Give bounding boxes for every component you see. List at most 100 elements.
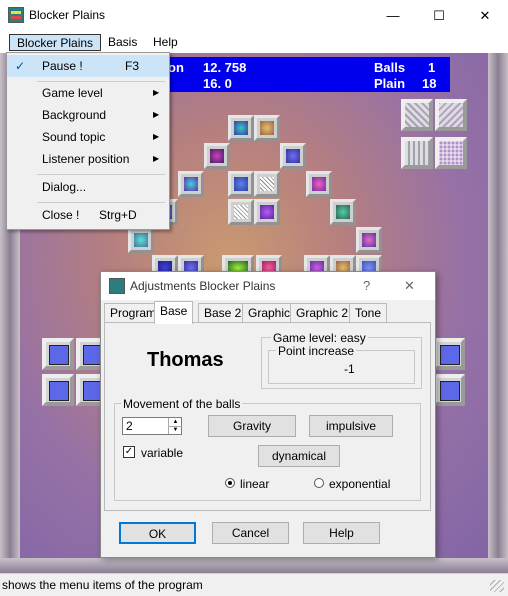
window-title: Blocker Plains bbox=[29, 8, 106, 22]
game-block bbox=[356, 227, 382, 253]
linear-radio[interactable] bbox=[225, 478, 235, 488]
score-value-2: 16. 0 bbox=[203, 76, 232, 91]
menu-separator bbox=[37, 174, 165, 175]
balls-spinbox-value: 2 bbox=[126, 419, 133, 433]
menu-item-pause-accel: F3 bbox=[125, 59, 140, 73]
menu-blocker-plains[interactable]: Blocker Plains bbox=[9, 34, 102, 51]
player-name: Thomas bbox=[147, 349, 224, 371]
game-block bbox=[435, 137, 467, 169]
radio-dot bbox=[228, 481, 232, 485]
score-value-1: 12. 758 bbox=[203, 60, 247, 75]
status-text: shows the menu items of the program bbox=[2, 578, 203, 592]
menu-item-sound-topic-label: Sound topic bbox=[42, 130, 106, 144]
ok-button[interactable]: OK bbox=[119, 522, 196, 544]
submenu-arrow-icon: ▶ bbox=[153, 154, 160, 163]
menu-separator bbox=[37, 202, 165, 203]
spin-down-icon[interactable]: ▼ bbox=[168, 426, 182, 434]
game-block bbox=[128, 227, 154, 253]
menu-basis[interactable]: Basis bbox=[101, 34, 144, 51]
minimize-button[interactable]: — bbox=[370, 0, 416, 31]
game-block bbox=[254, 199, 280, 225]
submenu-arrow-icon: ▶ bbox=[153, 132, 160, 141]
variable-label: variable bbox=[141, 446, 184, 460]
check-icon: ✓ bbox=[15, 59, 26, 73]
submenu-arrow-icon: ▶ bbox=[153, 110, 160, 119]
game-block bbox=[401, 137, 433, 169]
plain-value: 18 bbox=[422, 76, 437, 91]
variable-checkbox[interactable]: ✓ bbox=[123, 446, 135, 458]
point-increase-label: Point increase bbox=[276, 344, 357, 358]
game-block bbox=[330, 199, 356, 225]
app-icon bbox=[8, 7, 24, 23]
game-block bbox=[228, 199, 254, 225]
game-block bbox=[204, 143, 230, 169]
score-panel: on 12. 758 16. 0 Balls 1 Plain 18 bbox=[150, 57, 450, 92]
menu-item-listener-position-label: Listener position bbox=[42, 152, 130, 166]
linear-label: linear bbox=[240, 477, 270, 491]
exponential-label: exponential bbox=[329, 477, 391, 491]
tab-base-2[interactable]: Base 2 bbox=[198, 303, 248, 323]
menu-item-sound-topic[interactable]: Sound topic ▶ bbox=[7, 126, 169, 148]
cancel-button[interactable]: Cancel bbox=[212, 522, 289, 544]
game-block bbox=[178, 171, 204, 197]
game-block bbox=[401, 99, 433, 131]
menu-item-dialog[interactable]: Dialog... bbox=[7, 176, 169, 198]
dialog-title: Adjustments Blocker Plains bbox=[130, 279, 276, 293]
menu-item-listener-position[interactable]: Listener position ▶ bbox=[7, 148, 169, 170]
title-bar: Blocker Plains — ☐ ✕ bbox=[0, 0, 508, 31]
score-label-1: on bbox=[168, 60, 184, 75]
resize-grip-icon[interactable] bbox=[490, 580, 504, 592]
menu-item-game-level-label: Game level bbox=[42, 86, 103, 100]
point-increase-value: -1 bbox=[344, 362, 355, 376]
dialog-title-bar: Adjustments Blocker Plains ? ✕ bbox=[101, 272, 435, 300]
menu-item-pause[interactable]: ✓ Pause ! F3 bbox=[7, 55, 169, 77]
status-bar: shows the menu items of the program bbox=[0, 573, 508, 596]
dialog-app-icon bbox=[109, 278, 125, 294]
board-frame-right bbox=[488, 53, 508, 573]
game-block bbox=[306, 171, 332, 197]
blocker-plains-menu: ✓ Pause ! F3 Game level ▶ Background ▶ S… bbox=[6, 52, 170, 230]
dynamical-button[interactable]: dynamical bbox=[258, 445, 340, 467]
balls-spinbox[interactable]: 2 ▲ ▼ bbox=[122, 417, 182, 435]
tab-graphic[interactable]: Graphic bbox=[242, 303, 297, 323]
menu-item-close-accel: Strg+D bbox=[99, 208, 137, 222]
menu-item-close-label: Close ! bbox=[42, 208, 80, 222]
menu-item-game-level[interactable]: Game level ▶ bbox=[7, 82, 169, 104]
menu-item-background[interactable]: Background ▶ bbox=[7, 104, 169, 126]
maximize-button[interactable]: ☐ bbox=[416, 0, 462, 31]
adjustments-dialog: Adjustments Blocker Plains ? ✕ Program B… bbox=[100, 271, 436, 558]
board-frame-bottom bbox=[0, 558, 508, 573]
game-block bbox=[254, 115, 280, 141]
game-block bbox=[228, 171, 254, 197]
game-block bbox=[42, 338, 74, 370]
game-block bbox=[42, 374, 74, 406]
dialog-help-icon[interactable]: ? bbox=[363, 278, 370, 293]
balls-value: 1 bbox=[428, 60, 436, 75]
menu-help[interactable]: Help bbox=[146, 34, 185, 51]
help-button[interactable]: Help bbox=[303, 522, 380, 544]
impulsive-button[interactable]: impulsive bbox=[309, 415, 393, 437]
menu-item-close[interactable]: Close ! Strg+D bbox=[7, 204, 169, 226]
tab-tone[interactable]: Tone bbox=[349, 303, 388, 323]
menu-item-pause-label: Pause ! bbox=[42, 59, 83, 73]
menu-bar: Blocker Plains Basis Help bbox=[0, 31, 508, 53]
menu-item-dialog-label: Dialog... bbox=[42, 180, 87, 194]
close-window-button[interactable]: ✕ bbox=[462, 0, 508, 31]
gravity-button[interactable]: Gravity bbox=[208, 415, 296, 437]
dialog-close-icon[interactable]: ✕ bbox=[404, 278, 415, 294]
game-block bbox=[228, 115, 254, 141]
game-block bbox=[280, 143, 306, 169]
tab-graphic-2[interactable]: Graphic 2 bbox=[290, 303, 355, 323]
movement-label: Movement of the balls bbox=[121, 397, 243, 411]
tab-base[interactable]: Base bbox=[154, 301, 194, 324]
game-block bbox=[433, 338, 465, 370]
game-block bbox=[254, 171, 280, 197]
balls-label: Balls bbox=[374, 60, 406, 75]
exponential-radio[interactable] bbox=[314, 478, 324, 488]
submenu-arrow-icon: ▶ bbox=[153, 88, 160, 97]
game-block bbox=[435, 99, 467, 131]
plain-label: Plain bbox=[374, 76, 406, 91]
game-level-label: Game level: easy bbox=[271, 331, 368, 345]
menu-item-background-label: Background bbox=[42, 108, 107, 122]
game-block bbox=[433, 374, 465, 406]
